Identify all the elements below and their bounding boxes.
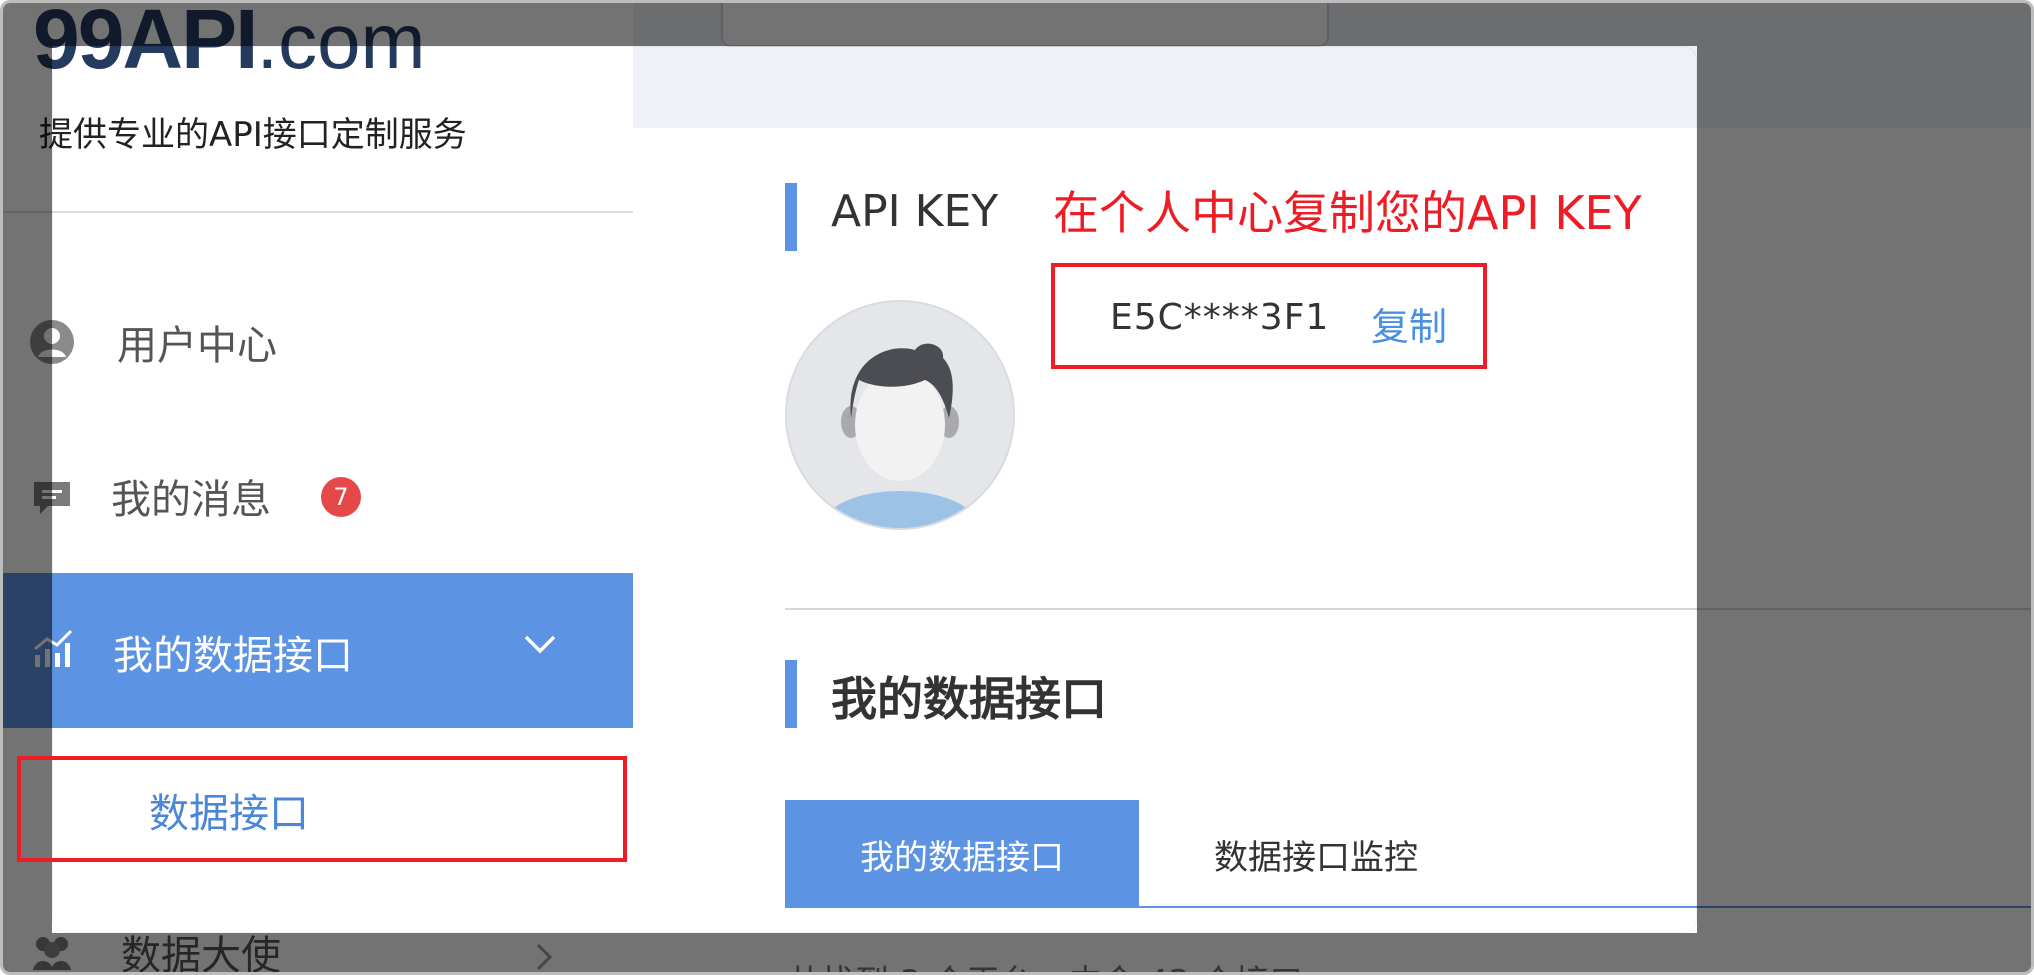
section-title: 我的数据接口 [831,672,1107,726]
submenu-highlight-box [17,756,627,862]
section-marker [785,183,797,251]
overlay-shade[interactable] [3,3,2031,46]
chevron-down-icon [524,635,556,654]
annotation-text: 在个人中心复制您的API KEY [1053,186,1642,240]
tab-data-api-monitor[interactable]: 数据接口监控 [1139,800,1493,908]
divider [3,211,633,213]
sidebar-item-my-data-api[interactable]: 我的数据接口 [3,573,633,728]
screenshot-frame: 99API.com 提供专业的API接口定制服务 用户中心 我的 [0,0,2034,975]
sidebar-item-label: 我的数据接口 [113,633,353,679]
avatar[interactable] [785,300,1015,530]
tab-my-data-api[interactable]: 我的数据接口 [785,800,1139,908]
sidebar-item-label: 用户中心 [117,323,277,369]
unread-badge: 7 [321,477,361,517]
sidebar-item-user-center[interactable]: 用户中心 [3,265,633,415]
overlay-shade[interactable] [3,933,2031,972]
section-marker [785,660,797,728]
apikey-title: API KEY [831,186,999,237]
sidebar-item-messages[interactable]: 我的消息 [3,423,633,573]
sidebar-item-label: 我的消息 [111,477,271,523]
apikey-value: E5C****3F1 [1110,297,1330,338]
overlay-shade[interactable] [1697,46,2031,933]
tagline: 提供专业的API接口定制服务 [39,115,467,155]
copy-button[interactable]: 复制 [1371,296,1447,351]
